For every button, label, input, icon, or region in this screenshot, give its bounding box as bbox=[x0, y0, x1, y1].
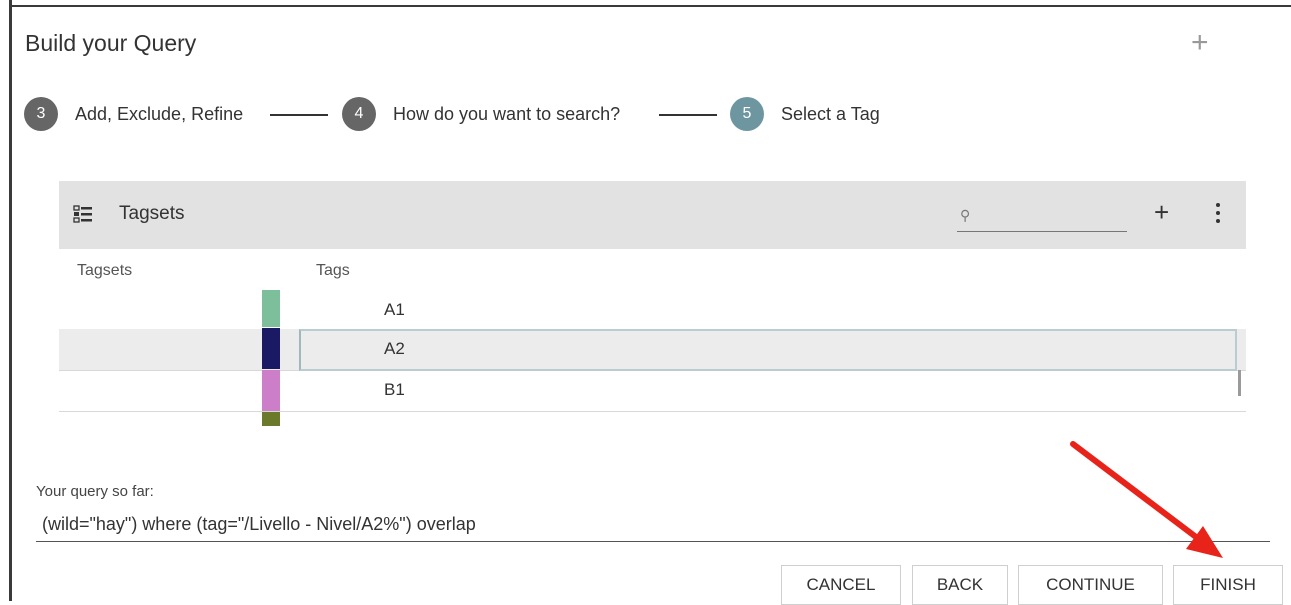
step-label: Add, Exclude, Refine bbox=[75, 103, 244, 124]
window-border-left bbox=[9, 0, 12, 601]
query-underline bbox=[36, 541, 1270, 542]
tagset-search[interactable]: ⚲ bbox=[957, 201, 1127, 232]
tagsets-panel-title: Tagsets bbox=[119, 203, 185, 224]
continue-button[interactable]: CONTINUE bbox=[1018, 565, 1163, 605]
tag-row-a1[interactable]: A1 bbox=[59, 290, 1246, 332]
tag-color-swatch bbox=[262, 370, 280, 411]
step-number: 3 bbox=[24, 97, 58, 131]
step-number: 4 bbox=[342, 97, 376, 131]
back-button[interactable]: BACK bbox=[912, 565, 1008, 605]
step-connector bbox=[659, 114, 717, 116]
tag-color-swatch bbox=[262, 412, 280, 426]
step-label: Select a Tag bbox=[781, 103, 880, 124]
step-connector bbox=[270, 114, 328, 116]
scrollbar[interactable] bbox=[1238, 370, 1241, 396]
step-3[interactable]: 3 Add, Exclude, Refine bbox=[24, 97, 243, 131]
query-label: Your query so far: bbox=[36, 483, 154, 500]
dialog-title: Build your Query bbox=[25, 30, 197, 56]
step-number: 5 bbox=[730, 97, 764, 131]
list-icon bbox=[73, 205, 92, 223]
tag-label: B1 bbox=[384, 380, 405, 399]
tag-color-swatch bbox=[262, 290, 280, 327]
column-header-tagsets: Tagsets bbox=[77, 262, 133, 279]
tag-row-b1[interactable]: B1 bbox=[59, 370, 1246, 412]
more-vertical-icon[interactable] bbox=[1216, 203, 1222, 225]
tag-row-a2[interactable]: A2 bbox=[59, 329, 1246, 371]
step-5[interactable]: 5 Select a Tag bbox=[730, 97, 880, 131]
add-tagset-icon[interactable]: + bbox=[1154, 197, 1169, 227]
query-text: (wild="hay") where (tag="/Livello - Nive… bbox=[42, 514, 476, 534]
column-header-tags: Tags bbox=[316, 262, 350, 279]
window-border-top bbox=[9, 5, 1291, 7]
finish-button[interactable]: FINISH bbox=[1173, 565, 1283, 605]
search-icon: ⚲ bbox=[960, 207, 971, 223]
tagsets-panel-header: Tagsets ⚲ + bbox=[59, 181, 1246, 249]
selection-outline bbox=[299, 329, 1237, 371]
step-label: How do you want to search? bbox=[393, 103, 621, 124]
add-icon[interactable]: + bbox=[1191, 28, 1209, 58]
tag-label: A2 bbox=[384, 339, 405, 358]
tagset-search-input[interactable] bbox=[979, 205, 1123, 229]
tag-label: A1 bbox=[384, 300, 405, 319]
tag-color-swatch bbox=[262, 328, 280, 369]
step-4[interactable]: 4 How do you want to search? bbox=[342, 97, 620, 131]
cancel-button[interactable]: CANCEL bbox=[781, 565, 901, 605]
